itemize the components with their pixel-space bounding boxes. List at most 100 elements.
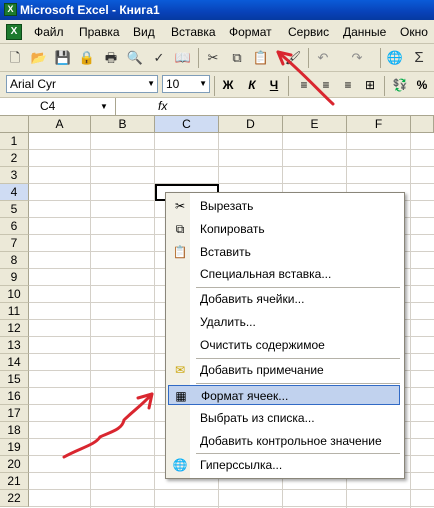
context-menu-item-delete[interactable]: Удалить... [168, 312, 400, 332]
excel-app-icon: X [4, 3, 17, 16]
undo-icon[interactable]: ↶ [314, 49, 332, 67]
cut-icon[interactable]: ✂ [204, 49, 222, 67]
column-header-partial[interactable] [411, 116, 434, 133]
context-menu-separator [196, 383, 400, 384]
hyperlink-icon[interactable]: 🌐 [386, 49, 404, 67]
context-menu-item-pick-from-list[interactable]: Выбрать из списка... [168, 408, 400, 428]
context-menu-item-label: Выбрать из списка... [200, 411, 315, 425]
context-menu-item-label: Копировать [200, 222, 265, 236]
redo-icon[interactable]: ↷ [348, 49, 366, 67]
percent-style-button[interactable]: % [412, 76, 432, 94]
toolbar-separator [380, 48, 381, 68]
menu-view[interactable]: Вид [133, 25, 155, 39]
column-header-e[interactable]: E [283, 116, 347, 133]
underline-button[interactable]: Ч [264, 76, 284, 94]
spelling-icon[interactable]: ✓ [150, 49, 168, 67]
chevron-down-icon[interactable]: ▼ [100, 98, 108, 115]
print-icon[interactable]: 🖶 [102, 49, 120, 67]
row-header-22[interactable]: 22 [0, 490, 29, 507]
menu-tools[interactable]: Сервис [288, 25, 329, 39]
row-header-9[interactable]: 9 [0, 269, 29, 286]
copy-icon[interactable]: ⧉ [228, 49, 246, 67]
grid-column-line [90, 133, 91, 508]
context-menu-item-insert-cells[interactable]: Добавить ячейки... [168, 289, 400, 309]
column-header-a[interactable]: A [29, 116, 91, 133]
font-size-combo[interactable]: 10 ▼ [162, 75, 210, 93]
chevron-down-icon[interactable]: ▼ [147, 76, 155, 92]
row-header-12[interactable]: 12 [0, 320, 29, 337]
font-name-value: Arial Cyr [10, 77, 57, 91]
row-header-1[interactable]: 1 [0, 133, 29, 150]
name-box-value: C4 [40, 99, 56, 113]
column-header-b[interactable]: B [91, 116, 155, 133]
row-header-17[interactable]: 17 [0, 405, 29, 422]
row-header-10[interactable]: 10 [0, 286, 29, 303]
font-name-combo[interactable]: Arial Cyr ▼ [6, 75, 158, 93]
name-box[interactable]: C4 ▼ [0, 98, 116, 115]
chevron-down-icon[interactable]: ▼ [199, 76, 207, 92]
new-document-icon[interactable]: 🗋 [6, 49, 24, 67]
print-preview-icon[interactable]: 🔍 [126, 49, 144, 67]
row-header-14[interactable]: 14 [0, 354, 29, 371]
context-menu-item-paste[interactable]: 📋 Вставить [168, 242, 400, 262]
row-header-2[interactable]: 2 [0, 150, 29, 167]
italic-button[interactable]: К [242, 76, 262, 94]
menu-file[interactable]: Файл [34, 25, 64, 39]
column-header-f[interactable]: F [347, 116, 411, 133]
row-header-3[interactable]: 3 [0, 167, 29, 184]
menu-format[interactable]: Формат [229, 25, 272, 39]
row-header-21[interactable]: 21 [0, 473, 29, 490]
row-header-5[interactable]: 5 [0, 201, 29, 218]
row-header-4[interactable]: 4 [0, 184, 29, 201]
context-menu-item-copy[interactable]: ⧉ Копировать [168, 219, 400, 239]
context-menu-item-add-watch[interactable]: Добавить контрольное значение [168, 431, 400, 451]
grid-row-line [29, 166, 434, 167]
row-header-19[interactable]: 19 [0, 439, 29, 456]
merge-center-icon[interactable]: ⊞ [360, 76, 380, 94]
row-header-6[interactable]: 6 [0, 218, 29, 235]
insert-function-icon[interactable]: fx [158, 98, 167, 115]
row-header-16[interactable]: 16 [0, 388, 29, 405]
row-header-8[interactable]: 8 [0, 252, 29, 269]
column-header-c[interactable]: C [155, 116, 219, 133]
open-folder-icon[interactable]: 📂 [30, 49, 48, 67]
column-header-d[interactable]: D [219, 116, 283, 133]
menu-edit[interactable]: Правка [79, 25, 120, 39]
row-header-20[interactable]: 20 [0, 456, 29, 473]
format-painter-icon[interactable]: 🖌 [284, 49, 302, 67]
context-menu-item-paste-special[interactable]: Специальная вставка... [168, 264, 400, 284]
row-header-7[interactable]: 7 [0, 235, 29, 252]
context-menu-item-insert-comment[interactable]: ✉ Добавить примечание [168, 360, 400, 380]
context-menu-item-label: Гиперссылка... [200, 458, 283, 472]
row-header-11[interactable]: 11 [0, 303, 29, 320]
context-menu-item-label: Вставить [200, 245, 251, 259]
context-menu-item-clear-contents[interactable]: Очистить содержимое [168, 335, 400, 355]
menu-bar: X Файл Правка Вид Вставка Формат Сервис … [0, 20, 434, 44]
hyperlink-icon: 🌐 [172, 458, 188, 472]
menu-window[interactable]: Окно [400, 25, 428, 39]
permission-icon[interactable]: 🔒 [78, 49, 96, 67]
window-title: Microsoft Excel - Книга1 [20, 3, 160, 17]
context-menu-item-cut[interactable]: ✂ Вырезать [168, 196, 400, 216]
align-center-icon[interactable]: ≡ [316, 76, 336, 94]
bold-button[interactable]: Ж [218, 76, 238, 94]
context-menu-item-format-cells[interactable]: ▦ Формат ячеек... [168, 385, 400, 405]
row-header-18[interactable]: 18 [0, 422, 29, 439]
align-right-icon[interactable]: ≡ [338, 76, 358, 94]
save-icon[interactable]: 💾 [54, 49, 72, 67]
currency-icon[interactable]: 💱 [390, 76, 410, 94]
menu-insert[interactable]: Вставка [171, 25, 216, 39]
autosum-icon[interactable]: Σ [410, 49, 428, 67]
document-icon[interactable]: X [6, 24, 22, 40]
context-menu-item-hyperlink[interactable]: 🌐 Гиперссылка... [168, 455, 400, 475]
menu-data[interactable]: Данные [343, 25, 386, 39]
align-left-icon[interactable]: ≡ [294, 76, 314, 94]
select-all-corner[interactable] [0, 116, 29, 133]
row-header-13[interactable]: 13 [0, 337, 29, 354]
paste-icon[interactable]: 📋 [252, 49, 270, 67]
toolbar-separator [214, 76, 215, 96]
formula-bar: C4 ▼ fx [0, 98, 434, 116]
standard-toolbar: 🗋 📂 💾 🔒 🖶 🔍 ✓ 📖 ✂ ⧉ 📋 🖌 ↶ ↷ 🌐 Σ [0, 44, 434, 72]
research-icon[interactable]: 📖 [174, 49, 192, 67]
row-header-15[interactable]: 15 [0, 371, 29, 388]
